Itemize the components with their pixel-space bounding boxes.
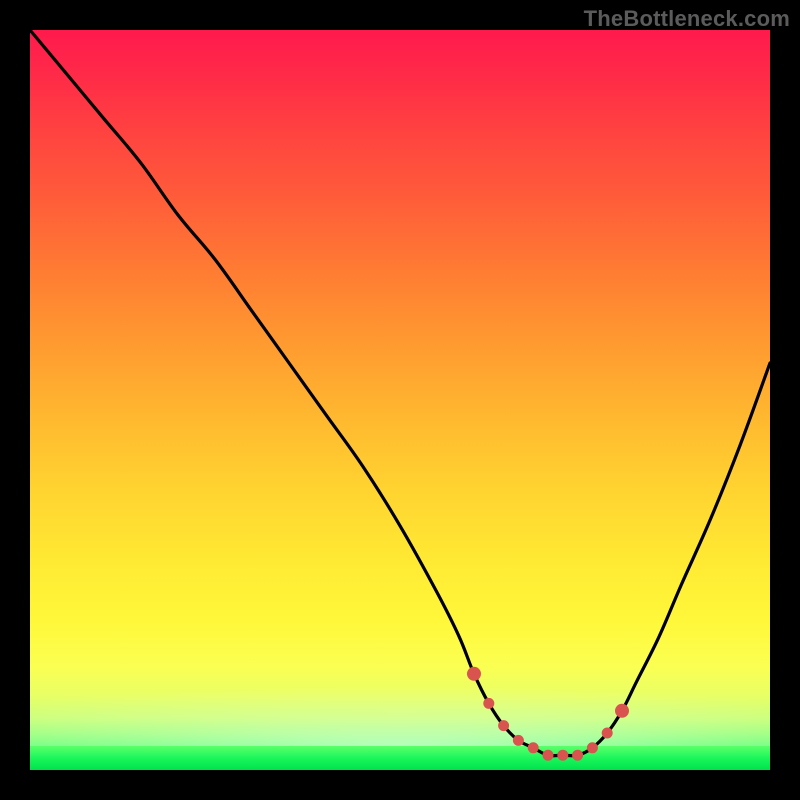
optimal-marker — [587, 743, 597, 753]
optimal-marker — [558, 750, 568, 760]
optimal-range-markers — [468, 667, 629, 760]
optimal-marker — [573, 750, 583, 760]
optimal-marker — [484, 698, 494, 708]
bottleneck-curve-path — [30, 30, 770, 756]
optimal-marker — [499, 721, 509, 731]
plot-area — [30, 30, 770, 770]
watermark-text: TheBottleneck.com — [584, 6, 790, 32]
optimal-marker — [513, 735, 523, 745]
bottleneck-curve-svg — [30, 30, 770, 770]
optimal-marker — [468, 667, 481, 680]
optimal-marker — [528, 743, 538, 753]
optimal-marker — [616, 704, 629, 717]
chart-frame: TheBottleneck.com — [0, 0, 800, 800]
optimal-marker — [543, 750, 553, 760]
optimal-marker — [602, 728, 612, 738]
